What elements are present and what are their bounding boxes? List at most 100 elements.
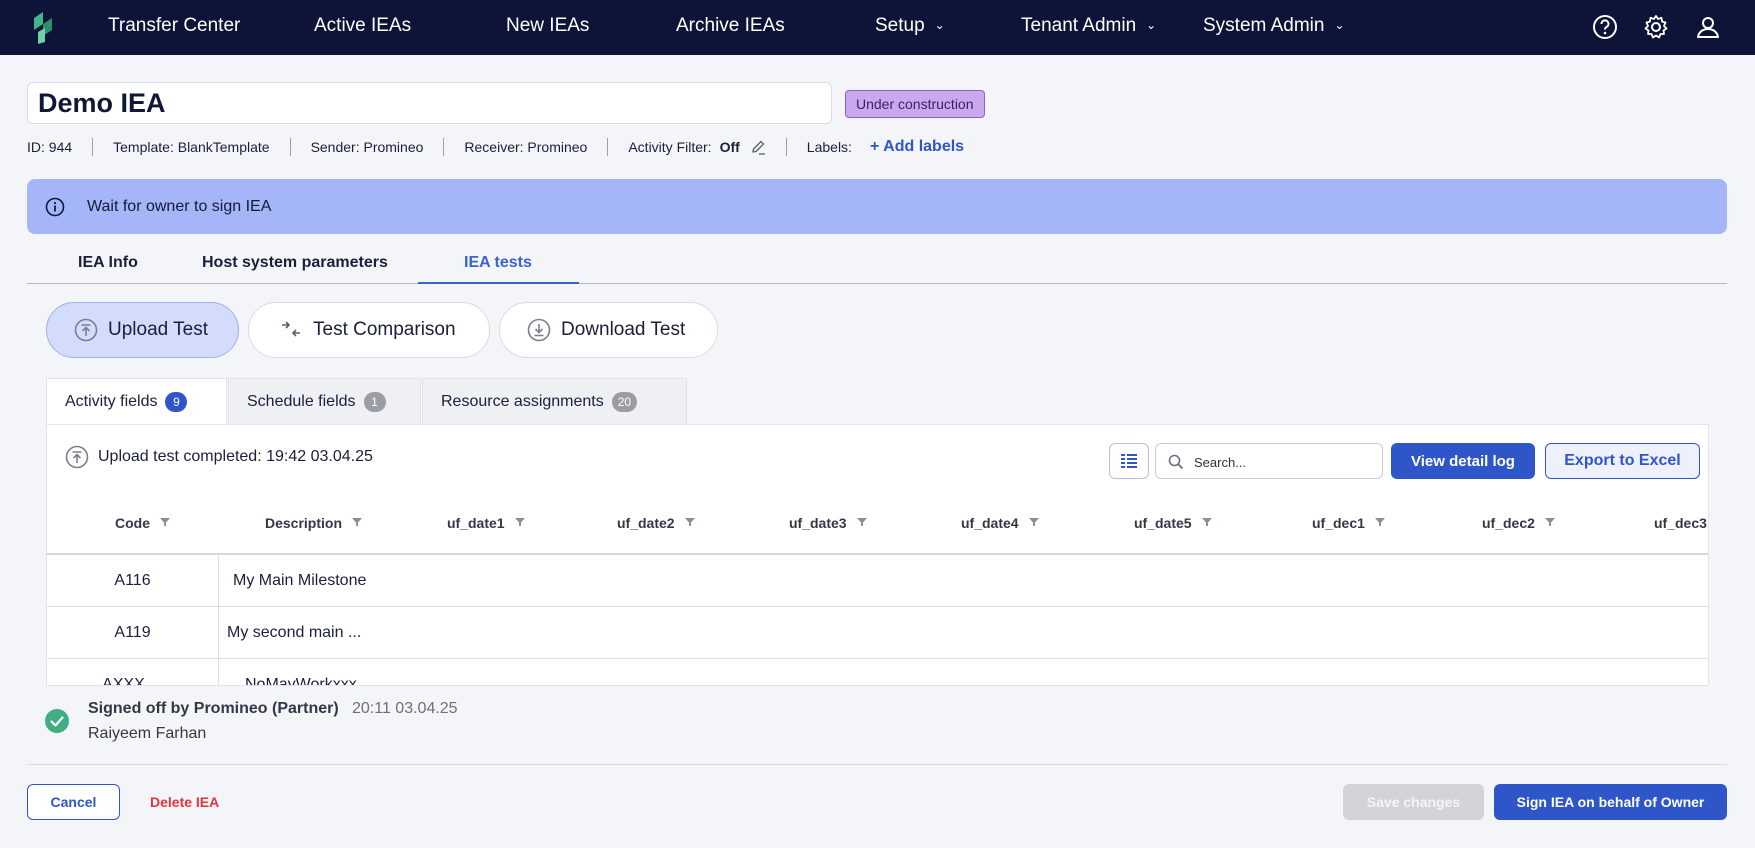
main-tabs: IEA Info Host system parameters IEA test…: [27, 247, 1727, 284]
iea-title-input[interactable]: Demo IEA: [27, 82, 832, 124]
filter-icon[interactable]: [1374, 517, 1385, 527]
column-header-uf-dec2[interactable]: uf_dec2: [1482, 515, 1555, 531]
column-title: uf_date2: [617, 515, 675, 531]
add-labels-link[interactable]: + Add labels: [870, 138, 964, 156]
column-title: uf_date4: [961, 515, 1019, 531]
cell-description: NoMayWorkxxx: [245, 676, 357, 685]
top-nav: Transfer Center Active IEAs New IEAs Arc…: [0, 0, 1755, 55]
info-banner: Wait for owner to sign IEA: [27, 179, 1727, 234]
compare-icon: [282, 321, 300, 337]
upload-icon: [65, 445, 89, 469]
pencil-icon[interactable]: [750, 139, 766, 155]
help-icon[interactable]: [1592, 14, 1618, 40]
column-header-uf-date2[interactable]: uf_date2: [617, 515, 695, 531]
filter-icon[interactable]: [684, 517, 695, 527]
search-field[interactable]: [1155, 443, 1383, 479]
column-header-uf-date1[interactable]: uf_date1: [447, 515, 525, 531]
divider: [785, 138, 787, 156]
table-row[interactable]: A119 My second main ...: [47, 607, 1708, 659]
column-header-uf-dec3[interactable]: uf_dec3: [1654, 515, 1707, 531]
column-title: uf_date3: [789, 515, 847, 531]
subtab-schedule-fields[interactable]: Schedule fields 1: [228, 378, 421, 424]
test-comparison-label: Test Comparison: [313, 319, 456, 340]
info-icon: [45, 197, 65, 217]
table-row[interactable]: A116 My Main Milestone: [47, 555, 1708, 607]
column-title: Code: [115, 515, 150, 531]
meta-sender: Sender: Promineo: [310, 139, 424, 155]
signoff-time: 20:11 03.04.25: [352, 700, 458, 717]
nav-active-ieas[interactable]: Active IEAs: [314, 0, 411, 55]
filter-icon[interactable]: [352, 517, 363, 527]
columns-icon: [1121, 454, 1137, 468]
meta-labels-label: Labels:: [806, 139, 852, 155]
gear-icon[interactable]: [1643, 14, 1669, 40]
nav-archive-ieas[interactable]: Archive IEAs: [676, 0, 785, 55]
divider: [443, 138, 445, 156]
column-header-description[interactable]: Description: [265, 515, 363, 531]
subtab-label: Resource assignments: [441, 392, 604, 410]
upload-test-button[interactable]: Upload Test: [46, 302, 239, 358]
delete-iea-button[interactable]: Delete IEA: [150, 784, 219, 820]
subtab-label: Activity fields: [65, 392, 158, 410]
meta-activity-filter-value: Off: [719, 139, 740, 155]
cell-description: My second main ...: [227, 624, 362, 641]
sign-iea-button[interactable]: Sign IEA on behalf of Owner: [1494, 784, 1727, 820]
nav-tenant-admin[interactable]: Tenant Admin ⌄: [1021, 0, 1156, 55]
divider: [289, 138, 291, 156]
cancel-button[interactable]: Cancel: [27, 784, 120, 820]
signoff-title: Signed off by Promineo (Partner): [88, 700, 339, 717]
column-header-uf-date5[interactable]: uf_date5: [1134, 515, 1212, 531]
nav-system-admin[interactable]: System Admin ⌄: [1203, 0, 1345, 55]
status-badge: Under construction: [845, 90, 985, 118]
tab-iea-tests[interactable]: IEA tests: [418, 247, 579, 284]
nav-transfer-center[interactable]: Transfer Center: [108, 0, 240, 55]
view-detail-log-button[interactable]: View detail log: [1391, 443, 1535, 479]
columns-toggle-button[interactable]: [1109, 443, 1149, 479]
divider: [92, 138, 94, 156]
export-to-excel-button[interactable]: Export to Excel: [1545, 443, 1700, 479]
column-header-code[interactable]: Code: [115, 515, 170, 531]
chevron-down-icon: ⌄: [934, 18, 945, 32]
filter-icon[interactable]: [1544, 517, 1555, 527]
save-changes-button[interactable]: Save changes: [1343, 784, 1484, 820]
cell-code: A119: [47, 607, 219, 659]
subtab-resource-assignments[interactable]: Resource assignments 20: [422, 378, 687, 424]
filter-icon[interactable]: [1028, 517, 1039, 527]
filter-icon[interactable]: [514, 517, 525, 527]
column-header-uf-date3[interactable]: uf_date3: [789, 515, 867, 531]
nav-new-ieas[interactable]: New IEAs: [506, 0, 589, 55]
column-title: uf_dec1: [1312, 515, 1365, 531]
column-header-uf-date4[interactable]: uf_date4: [961, 515, 1039, 531]
tab-iea-info[interactable]: IEA Info: [78, 247, 138, 284]
tab-host-system-parameters[interactable]: Host system parameters: [202, 247, 388, 284]
meta-id: ID: 944: [27, 139, 73, 155]
table-row[interactable]: AXXX NoMayWorkxxx: [47, 659, 1708, 685]
filter-icon[interactable]: [160, 517, 170, 527]
filter-icon[interactable]: [1201, 517, 1212, 527]
download-test-button[interactable]: Download Test: [499, 302, 718, 358]
divider: [607, 138, 609, 156]
upload-test-label: Upload Test: [108, 319, 208, 340]
download-icon: [527, 318, 551, 342]
column-title: uf_date1: [447, 515, 505, 531]
grid-header: Code Description uf_date1 uf_date2 uf_da…: [47, 491, 1708, 555]
column-title: Description: [265, 515, 343, 531]
iea-meta: ID: 944 Template: BlankTemplate Sender: …: [27, 137, 964, 157]
search-input[interactable]: [1194, 452, 1374, 472]
cell-description: My Main Milestone: [233, 572, 367, 589]
column-header-uf-dec1[interactable]: uf_dec1: [1312, 515, 1385, 531]
activity-grid: Code Description uf_date1 uf_date2 uf_da…: [47, 491, 1708, 685]
test-comparison-button[interactable]: Test Comparison: [248, 302, 490, 358]
meta-template: Template: BlankTemplate: [113, 139, 270, 155]
meta-receiver: Receiver: Promineo: [464, 139, 588, 155]
search-icon: [1168, 454, 1184, 470]
subtab-activity-fields[interactable]: Activity fields 9: [46, 378, 227, 424]
nav-system-admin-label: System Admin: [1203, 15, 1325, 36]
user-icon[interactable]: [1695, 14, 1721, 40]
app-logo-icon[interactable]: [32, 10, 54, 44]
count-badge: 9: [165, 391, 188, 412]
count-badge: 1: [363, 391, 386, 412]
upload-icon: [74, 318, 98, 342]
nav-setup[interactable]: Setup ⌄: [875, 0, 945, 55]
filter-icon[interactable]: [856, 517, 867, 527]
